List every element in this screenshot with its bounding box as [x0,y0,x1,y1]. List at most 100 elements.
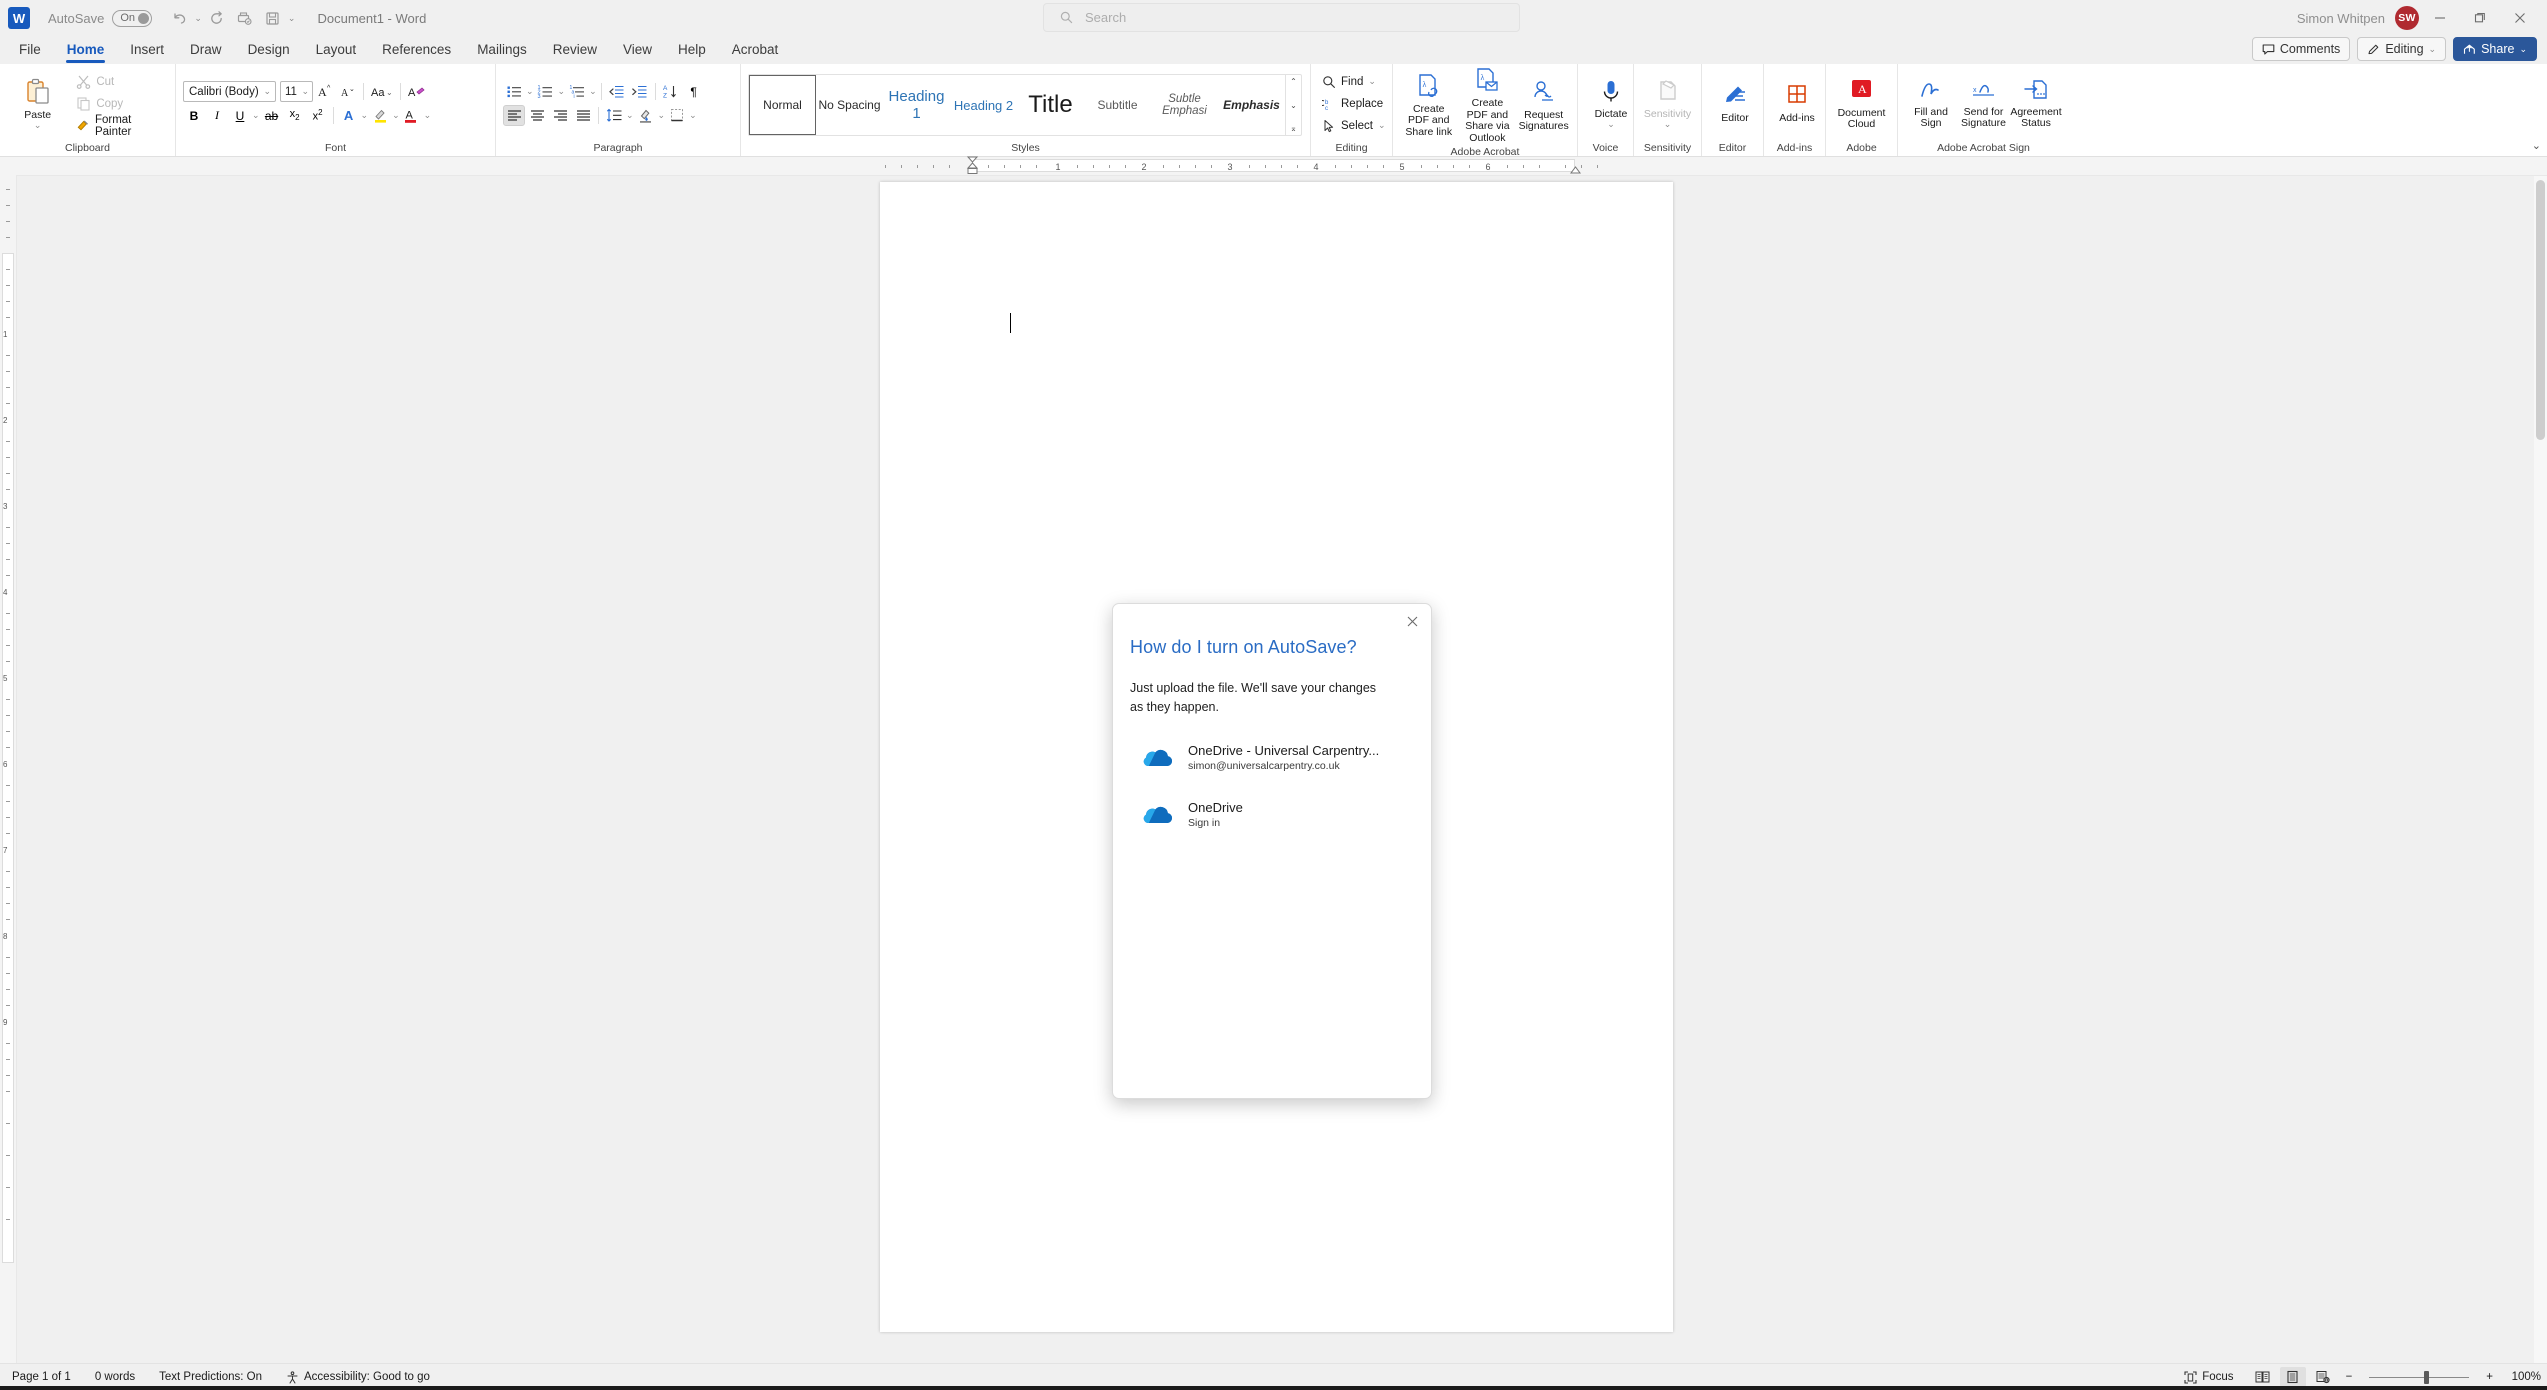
request-signatures-button[interactable]: Request Signatures [1517,79,1570,133]
redo-button[interactable] [204,5,230,31]
style-title[interactable]: Title [1017,75,1084,135]
borders-button[interactable] [666,105,688,126]
text-highlight-caret[interactable]: ⌄ [392,111,400,120]
share-dropdown-caret[interactable]: ⌄ [2519,44,2527,54]
save-button[interactable] [260,5,286,31]
agreement-status-button[interactable]: Agreement Status [2010,78,2062,130]
strikethrough-button[interactable]: ab [261,105,283,126]
zoom-level-label[interactable]: 100% [2503,1371,2541,1383]
grow-font-button[interactable]: A ^ [314,81,336,102]
font-size-combobox[interactable]: 11 ⌄ [280,81,313,102]
minimize-button[interactable] [2421,1,2459,35]
zoom-slider-thumb[interactable] [2424,1370,2430,1384]
word-count-status[interactable]: 0 words [83,1371,147,1383]
replace-button[interactable]: bc Replace [1318,94,1390,114]
line-spacing-caret[interactable]: ⌄ [626,111,634,120]
print-layout-button[interactable] [2279,1367,2306,1387]
tab-view[interactable]: View [610,39,665,62]
select-caret[interactable]: ⌄ [1378,121,1386,130]
style-emphasis[interactable]: Emphasis [1218,75,1285,135]
multilevel-list-caret[interactable]: ⌄ [589,87,597,96]
tab-acrobat[interactable]: Acrobat [719,39,792,62]
style-heading-1[interactable]: Heading 1 [883,75,950,135]
document-cloud-button[interactable]: A Document Cloud [1833,77,1890,131]
tab-home[interactable]: Home [54,39,118,63]
align-right-button[interactable] [549,105,571,126]
share-button[interactable]: Share ⌄ [2453,37,2537,61]
styles-more-icon[interactable]: ⌅ [1290,124,1297,133]
sensitivity-caret[interactable]: ⌄ [1664,120,1672,129]
tab-file[interactable]: File [6,39,54,62]
text-effects-caret[interactable]: ⌄ [361,111,369,120]
subscript-button[interactable]: x2 [284,105,306,126]
cut-button[interactable]: Cut [72,72,168,92]
web-layout-button[interactable] [2310,1367,2336,1387]
vertical-scrollbar[interactable] [2534,176,2547,1363]
autosave-control[interactable]: AutoSave On [48,9,153,27]
tab-design[interactable]: Design [235,39,303,62]
superscript-button[interactable]: x2 [307,105,329,126]
right-indent-marker[interactable] [1569,164,1582,175]
tab-insert[interactable]: Insert [117,39,177,62]
list-item[interactable]: OneDrive - Universal Carpentry... simon@… [1130,736,1421,780]
align-left-button[interactable] [503,105,525,126]
text-effects-button[interactable]: A [338,105,360,126]
tab-references[interactable]: References [369,39,464,62]
change-case-button[interactable]: Aa ⌄ [368,81,396,102]
shrink-font-button[interactable]: A ⌄ [337,81,359,102]
justify-button[interactable] [572,105,594,126]
select-button[interactable]: Select ⌄ [1318,116,1390,136]
format-painter-button[interactable]: Format Painter [72,114,168,138]
comments-button[interactable]: Comments [2251,37,2351,61]
account-name[interactable]: Simon Whitpen [2297,11,2385,26]
align-center-button[interactable] [526,105,548,126]
style-heading-2[interactable]: Heading 2 [950,75,1017,135]
clear-formatting-button[interactable]: A [405,81,427,102]
restore-button[interactable] [2461,1,2499,35]
horizontal-ruler[interactable]: 1 2 3 4 5 6 [0,156,2547,176]
vertical-scrollbar-thumb[interactable] [2536,180,2545,440]
undo-dropdown-caret[interactable]: ⌄ [194,13,202,23]
avatar[interactable]: SW [2395,6,2419,30]
create-pdf-outlook-button[interactable]: λ Create PDF and Share via Outlook [1457,67,1517,144]
numbering-button[interactable]: 123 [535,81,557,102]
create-pdf-share-link-button[interactable]: λ Create PDF and Share link [1400,73,1457,139]
tab-draw[interactable]: Draw [177,39,235,62]
italic-button[interactable]: I [206,105,228,126]
zoom-out-button[interactable]: − [2340,1371,2359,1383]
style-no-spacing[interactable]: No Spacing [816,75,883,135]
font-color-button[interactable]: A [401,105,423,126]
read-mode-button[interactable] [2250,1367,2276,1387]
paste-button[interactable]: Paste ⌄ [7,77,68,131]
editing-mode-button[interactable]: Editing ⌄ [2357,37,2447,61]
styles-scroll-down-icon[interactable]: ⌄ [1290,101,1297,110]
find-button[interactable]: Find ⌄ [1318,72,1390,92]
send-for-signature-button[interactable]: x Send for Signature [1957,78,2010,130]
tab-layout[interactable]: Layout [303,39,370,62]
numbering-caret[interactable]: ⌄ [558,87,566,96]
editor-button[interactable]: Editor [1709,82,1761,125]
paste-dropdown-caret[interactable]: ⌄ [34,121,42,130]
decrease-indent-button[interactable] [606,81,628,102]
underline-button[interactable]: U [229,105,251,126]
autosave-toggle[interactable]: On [112,9,153,27]
bold-button[interactable]: B [183,105,205,126]
show-formatting-marks-button[interactable]: ¶ [683,81,705,102]
sensitivity-button[interactable]: Sensitivity ⌄ [1641,78,1694,130]
close-button[interactable] [2501,1,2539,35]
page-number-status[interactable]: Page 1 of 1 [0,1371,83,1383]
addins-button[interactable]: Add-ins [1771,82,1823,125]
shading-button[interactable] [635,105,657,126]
undo-button[interactable] [166,5,192,31]
editing-dropdown-caret[interactable]: ⌄ [2429,44,2437,54]
text-highlight-color-button[interactable] [369,105,391,126]
style-normal[interactable]: Normal [749,75,816,135]
sort-button[interactable]: AZ [660,81,682,102]
customize-qat-caret[interactable]: ⌄ [288,13,296,23]
find-caret[interactable]: ⌄ [1368,77,1376,86]
first-line-indent-marker[interactable] [966,156,979,176]
zoom-in-button[interactable]: + [2480,1371,2499,1383]
focus-mode-button[interactable]: Focus [2172,1370,2245,1384]
text-predictions-status[interactable]: Text Predictions: On [147,1371,274,1383]
font-size-caret[interactable]: ⌄ [301,87,309,96]
